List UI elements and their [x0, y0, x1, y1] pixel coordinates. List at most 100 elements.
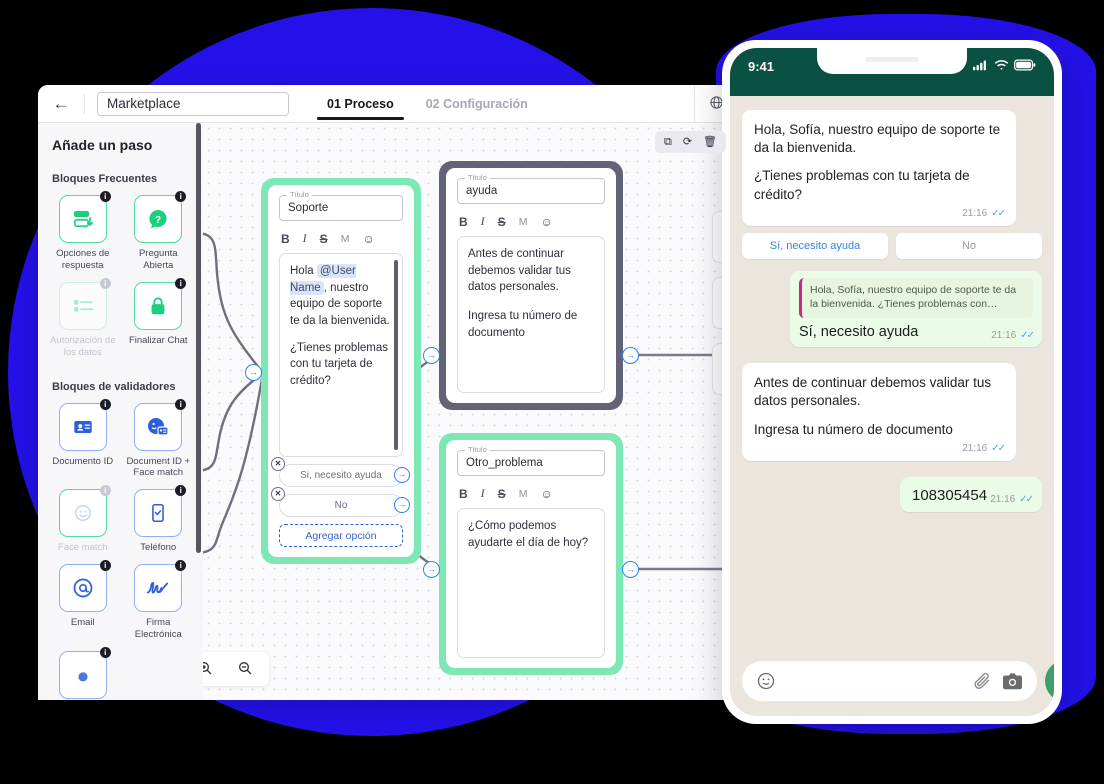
node-title-value: Otro_problema [466, 457, 543, 469]
info-badge[interactable]: i [175, 485, 187, 497]
node-message-textarea[interactable]: Antes de continuar debemos validar tus d… [457, 236, 605, 393]
sidebar-block-opciones-respuesta[interactable]: i Opciones de respuesta [48, 191, 118, 278]
tab-configuracion[interactable]: 02 Configuración [410, 85, 544, 123]
bold-icon[interactable]: B [459, 215, 468, 229]
trash-icon[interactable]: 🗑 [703, 136, 717, 148]
sidebar-block-firma-electronica[interactable]: i Firma Electrónica [124, 560, 194, 647]
remove-option-icon[interactable]: ✕ [271, 487, 285, 501]
node-input-port[interactable]: → [245, 364, 262, 381]
option-input[interactable]: Si, necesito ayuda [279, 464, 403, 487]
info-badge[interactable]: i [175, 560, 187, 572]
message-prefix: Hola [290, 265, 317, 277]
add-option-button[interactable]: Agregar opción [279, 524, 403, 547]
message-input-pill[interactable] [742, 661, 1037, 701]
checklist-icon [73, 299, 93, 312]
battery-icon [1014, 59, 1036, 71]
node-message-textarea[interactable]: ¿Cómo podemos ayudarte el día de hoy? [457, 508, 605, 658]
read-receipt-icon: ✓✓ [991, 207, 1006, 219]
info-badge[interactable]: i [99, 646, 111, 658]
sidebar-block-partial[interactable]: i [48, 646, 118, 699]
emoji-icon[interactable]: ☺ [362, 232, 374, 246]
monospace-icon[interactable]: M [519, 216, 528, 228]
info-badge[interactable]: i [99, 398, 111, 410]
sidebar-block-pregunta-abierta[interactable]: i ? Pregunta Abierta [124, 191, 194, 278]
duplicate-icon[interactable]: ⧉ [664, 136, 672, 148]
monospace-icon[interactable]: M [341, 233, 350, 245]
strikethrough-icon[interactable]: S [320, 232, 328, 246]
node-input-port[interactable]: → [423, 561, 440, 578]
read-receipt-icon: ✓✓ [991, 442, 1006, 454]
at-icon [73, 578, 93, 598]
status-icons [973, 59, 1036, 71]
sidebar-title: Añade un paso [52, 137, 153, 153]
bold-icon[interactable]: B [281, 232, 290, 246]
node-output-port[interactable]: → [622, 561, 639, 578]
node-title-input[interactable]: Título Otro_problema [457, 445, 605, 476]
node-ayuda[interactable]: → → Título ayuda B I S M ☺ Antes de cont… [423, 161, 639, 410]
option-output-port[interactable]: → [394, 497, 410, 513]
sidebar-block-finalizar-chat[interactable]: i Finalizar Chat [124, 277, 194, 365]
block-tile: i [58, 560, 111, 613]
flow-name-input[interactable]: Marketplace [97, 91, 289, 116]
id-card-icon [74, 420, 92, 433]
emoji-icon[interactable]: ☺ [540, 487, 552, 501]
block-tile: i [58, 277, 111, 330]
sidebar-block-face-match[interactable]: i Face match [48, 485, 118, 560]
option-output-port[interactable]: → [394, 467, 410, 483]
tab-proceso[interactable]: 01 Proceso [311, 85, 410, 123]
monospace-icon[interactable]: M [519, 488, 528, 500]
sidebar-grid-validadores: i Documento ID i Document ID + Face matc… [38, 398, 203, 699]
info-badge[interactable]: i [99, 560, 111, 572]
sidebar-block-documento-id[interactable]: i Documento ID [48, 398, 118, 486]
node-otro-problema[interactable]: → → Título Otro_problema B I S M ☺ ¿Cómo… [423, 433, 639, 675]
strikethrough-icon[interactable]: S [498, 215, 506, 229]
block-tile: i [58, 485, 111, 538]
emoji-icon [757, 672, 775, 690]
quick-reply-si[interactable]: Sí, necesito ayuda [742, 233, 888, 260]
italic-icon[interactable]: I [303, 231, 307, 246]
bubble-text-line2: Ingresa tu número de documento [754, 421, 953, 437]
zoom-out-icon[interactable] [237, 660, 253, 679]
sidebar-scrollbar[interactable] [196, 123, 201, 553]
sidebar-block-email[interactable]: i Email [48, 560, 118, 647]
info-badge[interactable]: i [99, 277, 111, 289]
info-badge[interactable]: i [99, 191, 111, 202]
sidebar-block-document-id-face-match[interactable]: i Document ID + Face match [124, 398, 194, 486]
block-tile: i [58, 191, 111, 243]
italic-icon[interactable]: I [481, 214, 485, 229]
textarea-scrollbar[interactable] [394, 260, 398, 450]
node-input-port[interactable]: → [423, 347, 440, 364]
flow-canvas[interactable]: ⧉ ⟳ 🗑 → Título Soporte B I S M ☺ Hola @U… [203, 123, 738, 700]
emoji-icon[interactable]: ☺ [540, 215, 552, 229]
chat-composer [730, 651, 1054, 716]
info-badge[interactable]: i [175, 277, 187, 289]
info-badge[interactable]: i [99, 485, 111, 497]
sidebar-block-telefono[interactable]: i Teléfono [124, 485, 194, 560]
sync-icon[interactable]: ⟳ [683, 136, 692, 148]
sidebar-block-label: Teléfono [140, 542, 177, 554]
info-badge[interactable]: i [175, 191, 187, 202]
zoom-in-icon[interactable] [203, 660, 213, 679]
node-message-line1: Hola @User Name, nuestro equipo de sopor… [290, 263, 392, 330]
voice-record-button[interactable] [1045, 660, 1054, 702]
bubble-meta: 21:16 ✓✓ [991, 329, 1035, 343]
sidebar-block-label: Pregunta Abierta [138, 248, 178, 271]
bubble-text-line2: ¿Tienes problemas con tu tarjeta de créd… [754, 168, 970, 202]
node-title-input[interactable]: Título Soporte [279, 190, 403, 221]
node-output-port[interactable]: → [622, 347, 639, 364]
back-icon[interactable]: ← [38, 85, 84, 123]
italic-icon[interactable]: I [481, 486, 485, 501]
sidebar-block-autorizacion-datos[interactable]: i Autorización de los datos [48, 277, 118, 365]
quick-reply-no[interactable]: No [896, 233, 1042, 260]
message-input[interactable] [786, 673, 962, 689]
node-message-textarea[interactable]: Hola @User Name, nuestro equipo de sopor… [279, 253, 403, 457]
info-badge[interactable]: i [175, 398, 187, 410]
node-title-input[interactable]: Título ayuda [457, 173, 605, 204]
strikethrough-icon[interactable]: S [498, 487, 506, 501]
chat-thread[interactable]: Hola, Sofía, nuestro equipo de soporte t… [730, 96, 1054, 651]
remove-option-icon[interactable]: ✕ [271, 457, 285, 471]
node-soporte[interactable]: → Título Soporte B I S M ☺ Hola @User Na… [245, 178, 421, 564]
option-input[interactable]: No [279, 494, 403, 517]
bold-icon[interactable]: B [459, 487, 468, 501]
